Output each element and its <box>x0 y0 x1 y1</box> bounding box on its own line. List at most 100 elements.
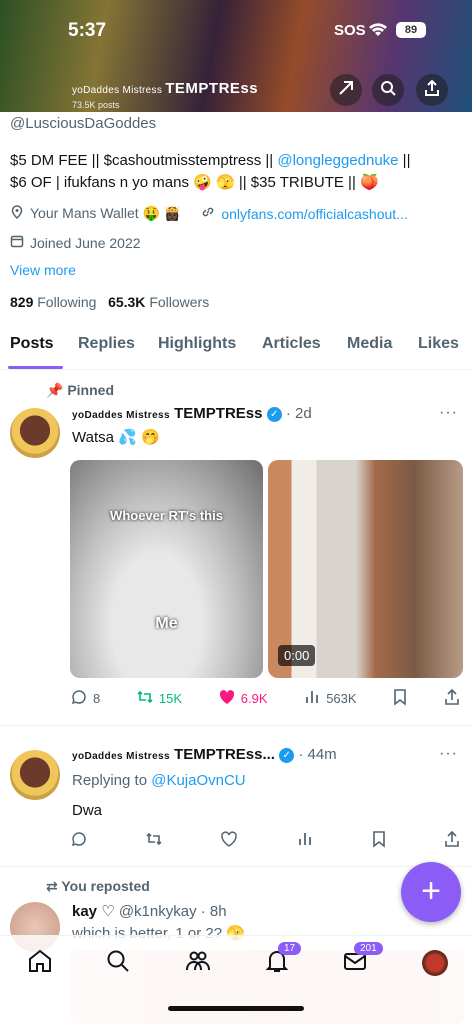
more-options-icon[interactable]: ··· <box>439 404 458 422</box>
search-icon <box>105 948 131 979</box>
post-divider <box>0 725 472 726</box>
nav-notifications[interactable]: 17 <box>262 942 302 978</box>
author-handle-time: @k1nkykay · 8h <box>118 903 227 920</box>
share-button[interactable] <box>444 830 460 851</box>
bio-line1-text: $5 DM FEE || $cashoutmisstemptress || <box>10 152 278 169</box>
follow-stats: 829 Following 65.3K Followers <box>10 294 209 310</box>
repost-label: You reposted <box>61 878 150 894</box>
views-icon <box>303 688 321 709</box>
profile-website-link[interactable]: onlyfans.com/officialcashout... <box>221 206 408 222</box>
post-divider <box>0 866 472 867</box>
bio-mention-link[interactable]: @longleggednuke <box>277 152 398 169</box>
header-name-prefix: yoDaddes Mistress <box>72 85 163 96</box>
compose-button[interactable]: + <box>401 862 461 922</box>
bookmark-button[interactable] <box>371 830 387 851</box>
repost-icon <box>136 688 154 709</box>
search-button[interactable] <box>372 74 404 106</box>
reply-icon <box>70 830 88 851</box>
repost-button[interactable] <box>145 830 163 851</box>
pin-icon: 📌 <box>46 382 64 398</box>
followers-link[interactable]: 65.3K Followers <box>108 294 209 310</box>
heart-icon <box>220 830 238 851</box>
like-button[interactable]: 6.9K <box>218 688 268 709</box>
bookmark-button[interactable] <box>392 688 408 709</box>
replying-to-link[interactable]: @KujaOvnCU <box>151 772 245 789</box>
view-more-link[interactable]: View more <box>10 262 76 278</box>
post-author[interactable]: kay ♡ @k1nkykay · 8h <box>72 902 227 920</box>
grok-icon <box>338 80 354 101</box>
replying-to: Replying to @KujaOvnCU <box>72 772 246 789</box>
tab-articles[interactable]: Articles <box>262 335 321 353</box>
reply-button[interactable]: 8 <box>70 688 100 709</box>
author-name: kay ♡ <box>72 903 115 920</box>
like-button[interactable] <box>220 830 238 851</box>
link-icon <box>201 205 215 222</box>
following-link[interactable]: 829 Following <box>10 294 96 310</box>
following-label: Following <box>37 294 97 310</box>
header-posts-count: 73.5K posts <box>72 100 120 110</box>
tab-likes[interactable]: Likes <box>418 335 459 353</box>
notifications-badge: 17 <box>278 942 302 955</box>
video-duration: 0:00 <box>278 645 316 666</box>
home-icon <box>27 948 53 979</box>
status-bar: 5:37 SOS 89 <box>0 18 472 46</box>
verified-icon: ✓ <box>266 406 282 422</box>
post-time: · 2d <box>285 405 312 422</box>
home-indicator <box>168 1006 304 1011</box>
avatar[interactable] <box>10 750 60 800</box>
share-profile-button[interactable] <box>416 74 448 106</box>
battery-indicator: 89 <box>396 22 426 38</box>
views-count: 563K <box>326 691 357 706</box>
nav-communities[interactable] <box>183 948 213 978</box>
share-button[interactable] <box>444 688 460 709</box>
post-author[interactable]: yoDaddes Mistress TEMPTREss... ✓ · 44m <box>72 746 337 763</box>
tab-posts[interactable]: Posts <box>10 335 54 353</box>
plus-icon: + <box>421 872 441 910</box>
bookmark-icon <box>371 830 387 851</box>
nav-search[interactable] <box>103 948 133 978</box>
profile-bio: $5 DM FEE || $cashoutmisstemptress || @l… <box>10 150 465 194</box>
pinned-text: Pinned <box>67 382 114 398</box>
author-name-prefix: yoDaddes Mistress <box>72 751 170 762</box>
nav-home[interactable] <box>25 948 55 978</box>
reply-icon <box>70 688 88 709</box>
profile-avatar-icon <box>422 950 448 976</box>
followers-label: Followers <box>149 294 210 310</box>
bio-line2-text: $6 OF | ifukfans n yo mans 🤪 🫣 || $35 TR… <box>10 174 379 191</box>
meme-caption-top: Whoever RT's this <box>110 508 223 523</box>
bookmark-icon <box>392 688 408 709</box>
views-button[interactable]: 563K <box>303 688 357 709</box>
post-text: Dwa <box>72 802 103 819</box>
avatar[interactable] <box>10 408 60 458</box>
status-time: 5:37 <box>68 20 107 41</box>
profile-location: Your Mans Wallet 🤑 👸🏿 <box>30 205 182 221</box>
meme-caption-bottom: Me <box>155 615 178 632</box>
profile-handle: @LusciousDaGoddes <box>10 115 157 132</box>
post-author[interactable]: yoDaddes Mistress TEMPTREss ✓ · 2d <box>72 405 312 422</box>
header-display-name: yoDaddes Mistress TEMPTREss <box>72 80 258 97</box>
communities-icon <box>185 948 211 979</box>
nav-profile[interactable] <box>420 948 450 978</box>
tab-highlights[interactable]: Highlights <box>158 335 236 353</box>
reply-button[interactable] <box>70 830 88 851</box>
nav-messages[interactable]: 201 <box>340 942 383 978</box>
following-count: 829 <box>10 294 34 310</box>
followers-count: 65.3K <box>108 294 146 310</box>
author-name-main: TEMPTREss... <box>174 746 275 763</box>
wifi-icon <box>368 21 388 42</box>
views-button[interactable] <box>296 830 314 851</box>
tab-media[interactable]: Media <box>347 335 392 353</box>
repost-button[interactable]: 15K <box>136 688 182 709</box>
pinned-label: 📌 Pinned <box>46 382 114 399</box>
tab-replies[interactable]: Replies <box>78 335 135 353</box>
post-video[interactable]: 0:00 <box>268 460 463 678</box>
replying-label: Replying to <box>72 772 148 789</box>
post-actions <box>70 830 460 851</box>
post-image-meme[interactable]: Whoever RT's this Me <box>70 460 263 678</box>
grok-button[interactable] <box>330 74 362 106</box>
header-name-main: TEMPTREss <box>165 80 259 97</box>
repost-icon <box>145 830 163 851</box>
more-options-icon[interactable]: ··· <box>439 745 458 763</box>
location-icon <box>10 205 24 222</box>
post-actions: 8 15K 6.9K 563K <box>70 688 460 709</box>
